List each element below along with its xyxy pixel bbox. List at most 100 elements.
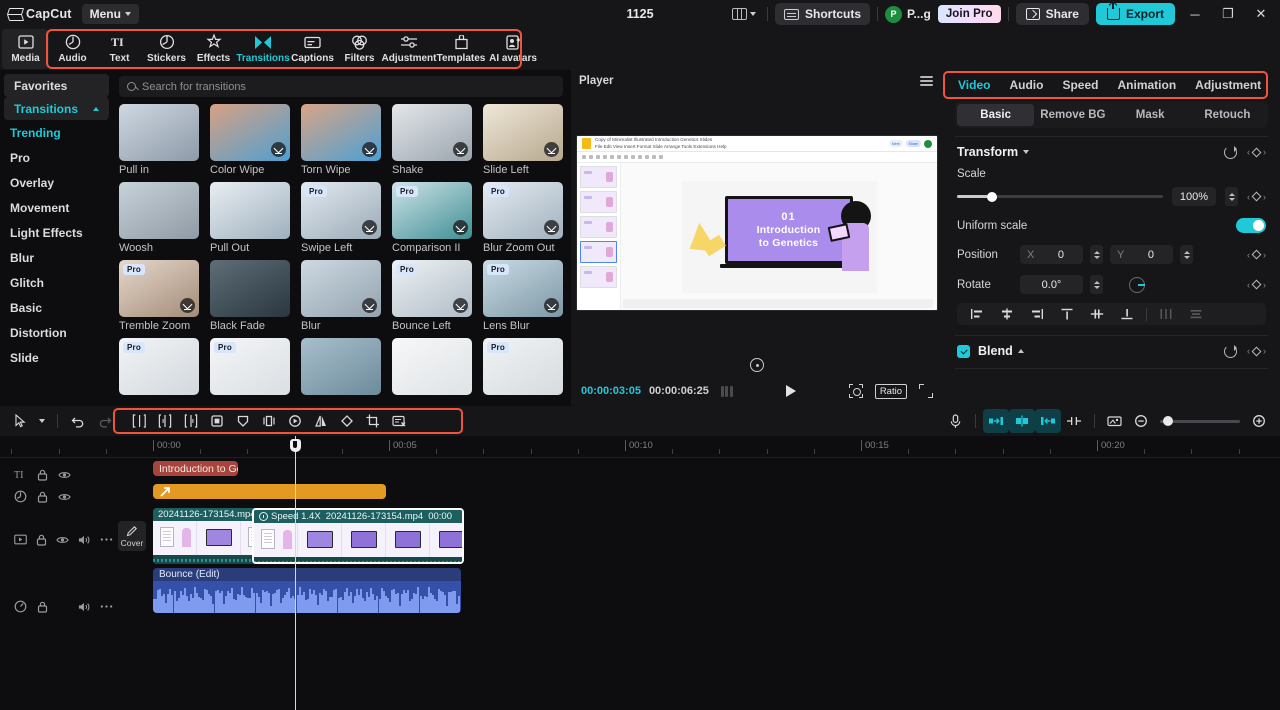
- transition-item[interactable]: Pro: [119, 338, 199, 395]
- subtab-retouch[interactable]: Retouch: [1189, 104, 1266, 126]
- download-icon[interactable]: [453, 142, 468, 157]
- transition-item[interactable]: Pro Swipe Left: [301, 182, 381, 254]
- sidebar-item-movement[interactable]: Movement: [0, 195, 113, 220]
- transition-item[interactable]: [301, 338, 381, 395]
- property-tab-audio[interactable]: Audio: [1009, 78, 1043, 92]
- transition-item[interactable]: Shake: [392, 104, 472, 176]
- transition-item[interactable]: Pro Tremble Zoom: [119, 260, 199, 332]
- fullscreen-icon[interactable]: [919, 384, 933, 398]
- lock-icon[interactable]: [36, 490, 49, 503]
- download-icon[interactable]: [544, 298, 559, 313]
- sidebar-item-trending[interactable]: Trending: [0, 120, 113, 145]
- position-y-stepper[interactable]: [1180, 245, 1193, 264]
- sidebar-item-pro[interactable]: Pro: [0, 145, 113, 170]
- rotate-stepper[interactable]: [1090, 275, 1103, 294]
- sidebar-item-glitch[interactable]: Glitch: [0, 270, 113, 295]
- volume-icon[interactable]: [78, 600, 91, 613]
- remove-captions-icon[interactable]: [386, 409, 412, 433]
- toolbar-tab-transitions[interactable]: Transitions: [236, 29, 290, 69]
- eye-icon[interactable]: [58, 490, 71, 503]
- focus-icon[interactable]: [848, 384, 863, 398]
- sidebar-item-light-effects[interactable]: Light Effects: [0, 220, 113, 245]
- split-icon[interactable]: [126, 409, 152, 433]
- lock-icon[interactable]: [36, 468, 49, 481]
- minimize-button[interactable]: ─: [1182, 3, 1208, 25]
- toolbar-tab-stickers[interactable]: Stickers: [143, 29, 190, 69]
- distribute-horizontal-icon[interactable]: [1152, 304, 1180, 324]
- search-input[interactable]: Search for transitions: [119, 76, 563, 97]
- transition-item[interactable]: Color Wipe: [210, 104, 290, 176]
- transition-item[interactable]: Slide Left: [483, 104, 563, 176]
- align-right-icon[interactable]: [1023, 304, 1051, 324]
- transform-section-header[interactable]: Transform ‹ ›: [943, 137, 1280, 159]
- sidebar-item-overlay[interactable]: Overlay: [0, 170, 113, 195]
- align-left-icon[interactable]: [963, 304, 991, 324]
- close-button[interactable]: ✕: [1248, 3, 1274, 25]
- download-icon[interactable]: [362, 298, 377, 313]
- distribute-vertical-icon[interactable]: [1182, 304, 1210, 324]
- transition-item[interactable]: Pro Bounce Left: [392, 260, 472, 332]
- scale-keyframe[interactable]: ‹ ›: [1247, 192, 1266, 202]
- mirror-icon[interactable]: [308, 409, 334, 433]
- download-icon[interactable]: [180, 298, 195, 313]
- eye-icon[interactable]: [56, 533, 69, 546]
- toolbar-tab-text[interactable]: TI Text: [96, 29, 143, 69]
- toolbar-tab-templates[interactable]: Templates: [435, 29, 487, 69]
- sidebar-item-transitions[interactable]: Transitions: [4, 97, 109, 120]
- more-icon[interactable]: [100, 600, 113, 613]
- transition-item[interactable]: Torn Wipe: [301, 104, 381, 176]
- property-tab-animation[interactable]: Animation: [1117, 78, 1176, 92]
- auto-snap-icon[interactable]: [1009, 409, 1035, 433]
- subtab-remove-bg[interactable]: Remove BG: [1034, 104, 1111, 126]
- audio-clip[interactable]: Bounce (Edit): [153, 568, 461, 613]
- property-tab-speed[interactable]: Speed: [1062, 78, 1098, 92]
- crop-icon[interactable]: [360, 409, 386, 433]
- sidebar-item-slide[interactable]: Slide: [0, 345, 113, 370]
- align-center-horizontal-icon[interactable]: [993, 304, 1021, 324]
- rotate-icon[interactable]: [334, 409, 360, 433]
- position-keyframe[interactable]: ‹ ›: [1247, 250, 1266, 260]
- align-top-icon[interactable]: [1053, 304, 1081, 324]
- export-button[interactable]: Export: [1095, 2, 1175, 25]
- toolbar-tab-audio[interactable]: Audio: [49, 29, 96, 69]
- scale-stepper[interactable]: [1225, 187, 1238, 206]
- timeline-ruler[interactable]: 00:00 00:05 00:10 00:15 00:20: [0, 436, 1280, 458]
- toolbar-tab-ai-avatars[interactable]: AI avatars: [487, 29, 539, 69]
- ratio-button[interactable]: Ratio: [874, 383, 907, 399]
- share-button[interactable]: Share: [1015, 3, 1089, 25]
- transition-item[interactable]: Pro: [210, 338, 290, 395]
- video-clip-b-selected[interactable]: Speed 1.4X 20241126-173154.mp4 00:00: [252, 508, 464, 564]
- redo-icon[interactable]: [91, 409, 117, 433]
- maximize-button[interactable]: ❐: [1215, 3, 1241, 25]
- select-tool-dropdown[interactable]: [34, 409, 50, 433]
- layout-button[interactable]: [728, 5, 760, 23]
- rotate-keyframe[interactable]: ‹ ›: [1247, 280, 1266, 290]
- position-x-field[interactable]: X 0: [1020, 245, 1083, 264]
- download-icon[interactable]: [362, 220, 377, 235]
- download-icon[interactable]: [271, 142, 286, 157]
- select-tool-icon[interactable]: [8, 409, 34, 433]
- toolbar-tab-effects[interactable]: Effects: [190, 29, 237, 69]
- align-middle-icon[interactable]: [1083, 304, 1111, 324]
- transition-item[interactable]: Blur: [301, 260, 381, 332]
- freeze-icon[interactable]: [230, 409, 256, 433]
- video-preview[interactable]: Copy of Minimalist Illustrated Introduct…: [576, 135, 938, 311]
- transition-item[interactable]: Pro Blur Zoom Out: [483, 182, 563, 254]
- blend-section-header[interactable]: Blend ‹ ›: [943, 336, 1280, 358]
- snap-start-icon[interactable]: [983, 409, 1009, 433]
- sticker-clip[interactable]: [153, 484, 386, 499]
- zoom-in-icon[interactable]: [1246, 409, 1272, 433]
- rotate-dial[interactable]: [1129, 276, 1145, 293]
- sidebar-item-blur[interactable]: Blur: [0, 245, 113, 270]
- timeline-zoom-slider[interactable]: [1160, 416, 1240, 426]
- toolbar-tab-media[interactable]: Media: [2, 29, 49, 69]
- transition-item[interactable]: Pro: [483, 338, 563, 395]
- text-clip[interactable]: Introduction to Ge: [153, 461, 238, 476]
- align-bottom-icon[interactable]: [1113, 304, 1141, 324]
- lock-icon[interactable]: [36, 600, 48, 613]
- account-button[interactable]: P P...g: [885, 5, 931, 23]
- subtab-mask[interactable]: Mask: [1112, 104, 1189, 126]
- blend-checkbox[interactable]: [957, 344, 970, 358]
- player-menu-icon[interactable]: [920, 74, 933, 88]
- reset-icon[interactable]: [1224, 344, 1237, 358]
